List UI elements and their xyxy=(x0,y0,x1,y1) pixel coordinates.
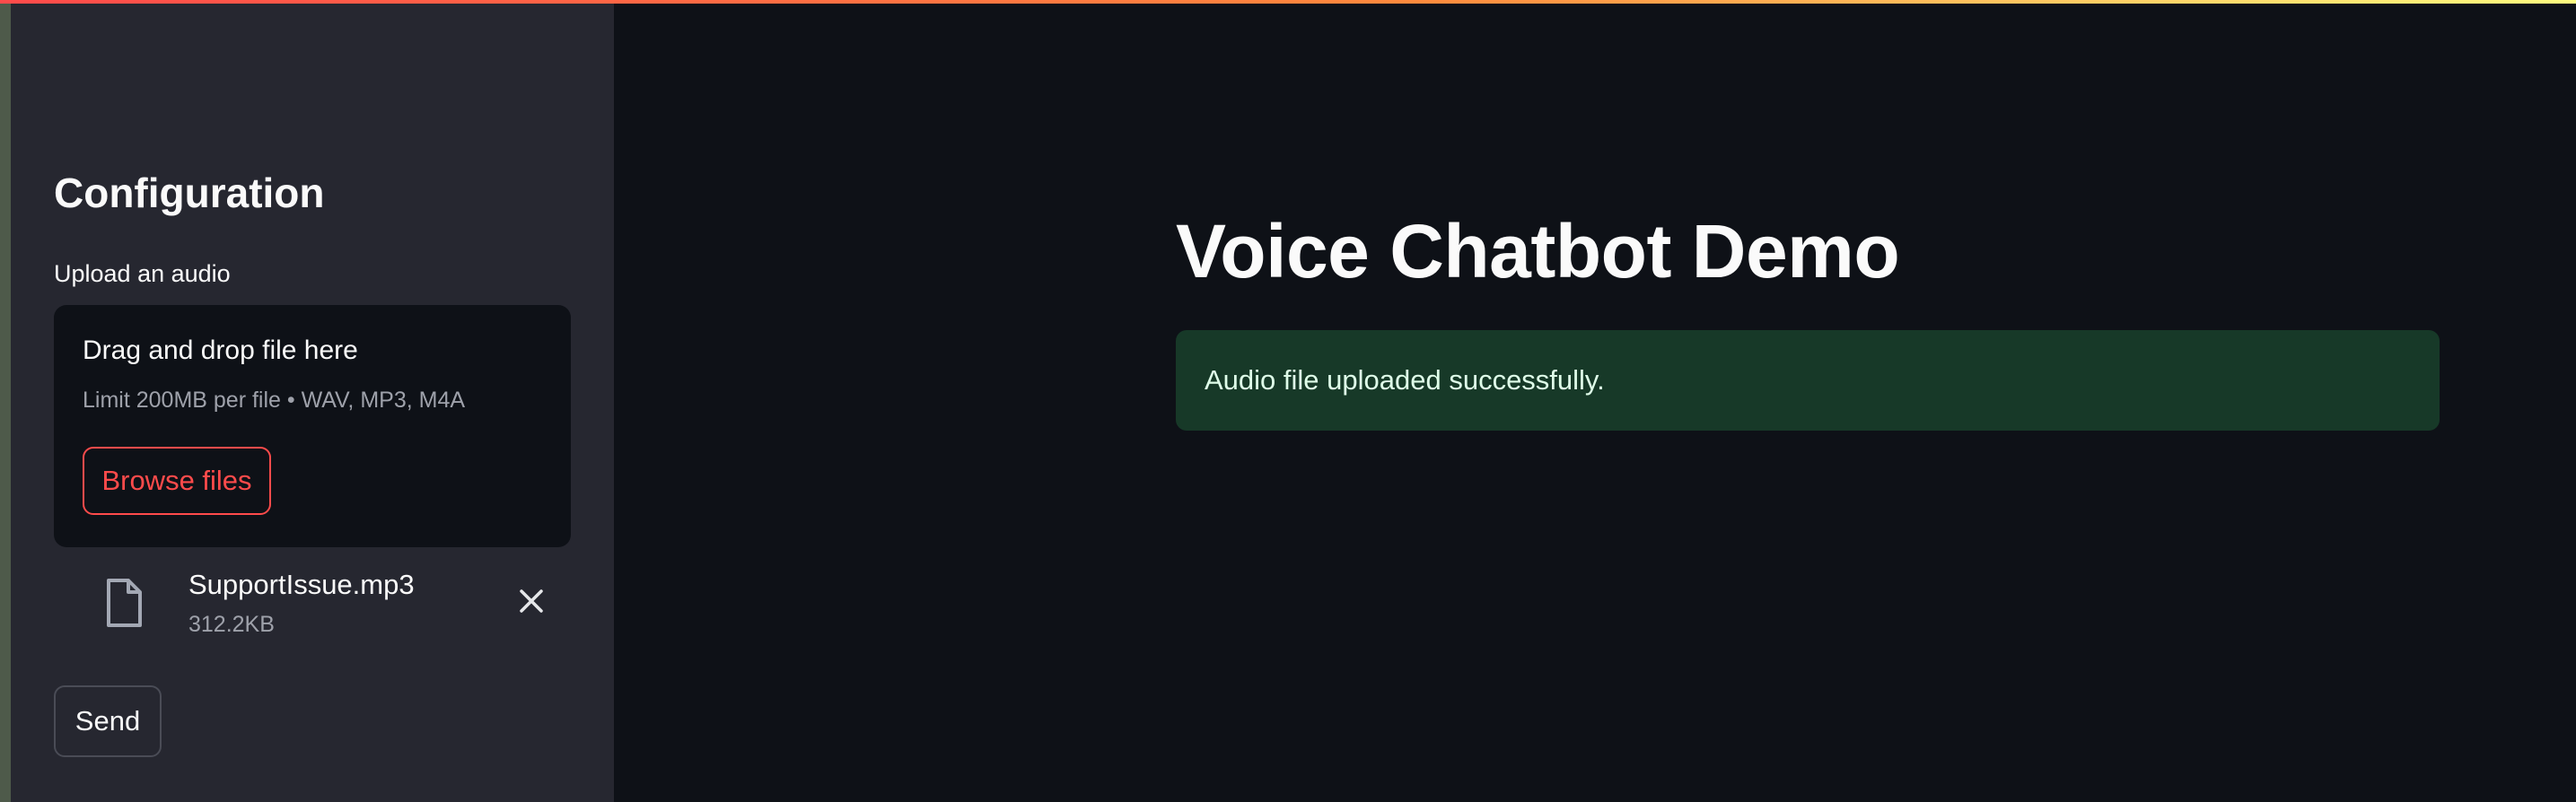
file-name: SupportIssue.mp3 xyxy=(188,569,415,600)
success-alert: Audio file uploaded successfully. xyxy=(1176,330,2440,431)
success-alert-text: Audio file uploaded successfully. xyxy=(1205,364,1605,396)
sidebar-title: Configuration xyxy=(54,170,325,216)
dropzone-title: Drag and drop file here xyxy=(83,336,358,365)
upload-label: Upload an audio xyxy=(54,260,231,287)
dropzone-limit-text: Limit 200MB per file • WAV, MP3, M4A xyxy=(83,388,466,413)
send-button[interactable]: Send xyxy=(54,685,162,757)
page-title: Voice Chatbot Demo xyxy=(1176,209,1900,293)
uploaded-file-row: SupportIssue.mp3 312.2KB xyxy=(54,563,571,653)
app-window: Configuration Upload an audio Drag and d… xyxy=(0,0,2576,802)
left-edge-strip xyxy=(0,0,11,802)
main-content: Voice Chatbot Demo Audio file uploaded s… xyxy=(614,0,2576,802)
file-size: 312.2KB xyxy=(188,612,275,637)
file-icon xyxy=(107,579,142,627)
close-icon[interactable] xyxy=(517,587,546,615)
file-dropzone[interactable]: Drag and drop file here Limit 200MB per … xyxy=(54,305,571,547)
browse-files-button[interactable]: Browse files xyxy=(83,447,271,515)
sidebar: Configuration Upload an audio Drag and d… xyxy=(11,0,614,802)
top-decoration-bar xyxy=(0,0,2576,4)
